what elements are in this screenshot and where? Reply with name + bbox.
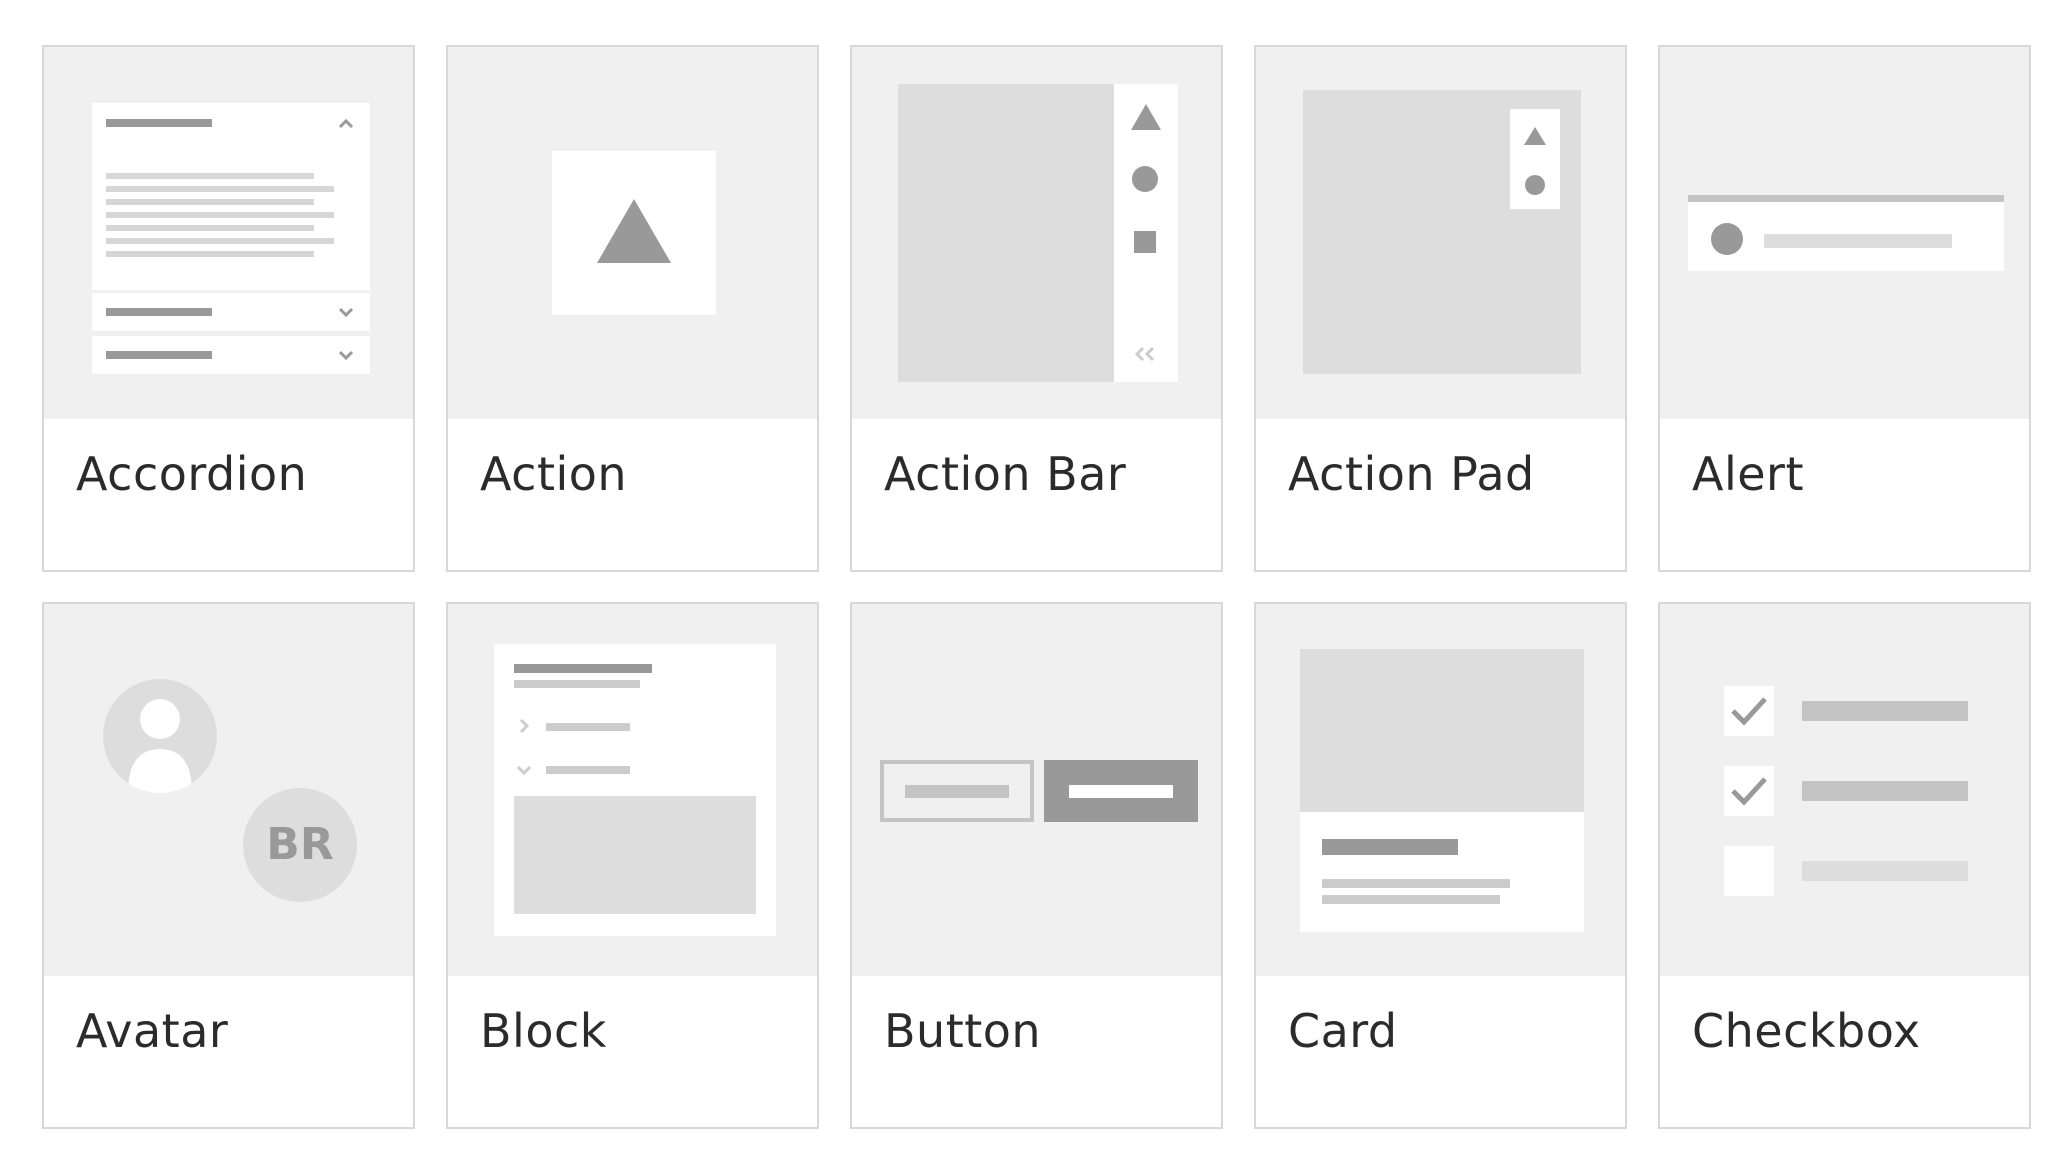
card-image-placeholder (1300, 649, 1584, 812)
accordion-thumbnail (44, 47, 413, 419)
component-card-title: Accordion (76, 447, 308, 501)
component-card-action-bar[interactable]: Action Bar (850, 45, 1223, 572)
chevron-down-icon (516, 765, 532, 776)
component-card-title: Action Bar (884, 447, 1127, 501)
chevron-up-icon (338, 118, 354, 129)
circle-icon (1525, 175, 1545, 195)
accordion-panel-expanded (92, 103, 370, 290)
component-card-title: Action (480, 447, 628, 501)
component-card-title: Block (480, 1004, 607, 1058)
triangle-icon (597, 199, 671, 263)
action-tile (552, 151, 716, 315)
avatar (103, 679, 217, 793)
avatar-initials: BR (266, 819, 334, 870)
content-area-placeholder (898, 84, 1114, 382)
collapse-chevrons-icon (1134, 346, 1155, 362)
solid-button-illustration (1044, 760, 1198, 822)
component-card-title: Avatar (76, 1004, 229, 1058)
component-card-action[interactable]: Action (446, 45, 819, 572)
component-card-card[interactable]: Card (1254, 602, 1627, 1129)
card-illustration (1300, 649, 1584, 932)
checkbox-checked (1724, 686, 1774, 736)
user-icon (128, 699, 192, 793)
card-thumbnail (1256, 604, 1625, 976)
checkmark-icon (1731, 697, 1767, 726)
block-thumbnail (448, 604, 817, 976)
component-card-title: Alert (1692, 447, 1804, 501)
circle-icon (1132, 166, 1158, 192)
chevron-down-icon (338, 350, 354, 361)
action-pad-thumbnail (1256, 47, 1625, 419)
component-card-title: Action Pad (1288, 447, 1535, 501)
chevron-down-icon (338, 307, 354, 318)
action-thumbnail (448, 47, 817, 419)
checkmark-icon (1731, 777, 1767, 806)
component-card-avatar[interactable]: BR Avatar (42, 602, 415, 1129)
outline-button-illustration (880, 760, 1034, 822)
triangle-icon (1131, 104, 1161, 130)
circle-icon (1711, 223, 1743, 255)
block-panel (494, 644, 776, 936)
component-card-action-pad[interactable]: Action Pad (1254, 45, 1627, 572)
accordion-item-collapsed (92, 293, 370, 331)
component-card-alert[interactable]: Alert (1658, 45, 2031, 572)
component-card-title: Checkbox (1692, 1004, 1921, 1058)
action-pad-panel (1510, 109, 1560, 209)
component-card-accordion[interactable]: Accordion (42, 45, 415, 572)
component-card-title: Card (1288, 1004, 1398, 1058)
triangle-icon (1524, 127, 1546, 145)
block-content-placeholder (514, 796, 756, 914)
alert-thumbnail (1660, 47, 2029, 419)
avatar-thumbnail: BR (44, 604, 413, 976)
checkbox-thumbnail (1660, 604, 2029, 976)
square-icon (1134, 231, 1156, 253)
component-card-title: Button (884, 1004, 1042, 1058)
action-bar-thumbnail (852, 47, 1221, 419)
avatar: BR (243, 788, 357, 902)
accordion-item-collapsed (92, 336, 370, 374)
checkbox-unchecked (1724, 846, 1774, 896)
component-card-button[interactable]: Button (850, 602, 1223, 1129)
alert-banner (1688, 195, 2004, 271)
action-bar-strip (1114, 84, 1178, 382)
chevron-right-icon (519, 718, 530, 734)
button-thumbnail (852, 604, 1221, 976)
checkbox-checked (1724, 766, 1774, 816)
component-card-checkbox[interactable]: Checkbox (1658, 602, 2031, 1129)
component-card-block[interactable]: Block (446, 602, 819, 1129)
